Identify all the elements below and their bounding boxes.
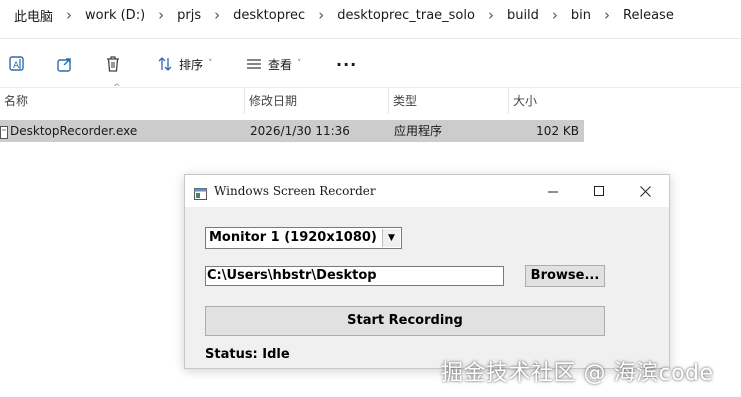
- start-recording-button[interactable]: Start Recording: [205, 306, 605, 336]
- output-path-input[interactable]: C:\Users\hbstr\Desktop: [205, 266, 504, 286]
- chevron-down-icon: ˅: [208, 59, 213, 69]
- column-name[interactable]: 名称: [0, 88, 244, 114]
- file-size: 102 KB: [536, 124, 579, 138]
- title-bar[interactable]: Windows Screen Recorder: [185, 175, 669, 207]
- svg-text:A: A: [13, 61, 20, 71]
- share-icon: [54, 53, 76, 75]
- watermark-text: 掘金技术社区 @ 海滨code: [441, 361, 714, 386]
- rename-icon: A: [6, 53, 28, 75]
- app-icon: [194, 185, 207, 200]
- rename-button[interactable]: A: [6, 49, 28, 79]
- column-modified[interactable]: 修改日期: [244, 88, 388, 114]
- address-breadcrumb: 此电脑 › work (D:) › prjs › desktoprec › de…: [0, 0, 741, 30]
- chevron-right-icon[interactable]: ›: [309, 6, 333, 24]
- minimize-icon: [547, 182, 559, 201]
- sort-icon: [154, 53, 176, 75]
- view-button[interactable]: 查看 ˅: [243, 49, 302, 79]
- chevron-right-icon[interactable]: ›: [205, 6, 229, 24]
- file-name: DesktopRecorder.exe: [10, 124, 138, 138]
- delete-button[interactable]: [102, 49, 124, 79]
- status-label: Status: Idle: [205, 347, 290, 362]
- close-icon: [639, 182, 651, 201]
- delete-icon: [102, 53, 124, 75]
- maximize-icon: [593, 182, 605, 201]
- chevron-right-icon[interactable]: ›: [57, 6, 81, 24]
- column-size[interactable]: 大小: [508, 88, 588, 114]
- column-type[interactable]: 类型: [388, 88, 508, 114]
- breadcrumb-item[interactable]: Release: [619, 8, 678, 23]
- exe-file-icon: [0, 124, 8, 139]
- chevron-right-icon[interactable]: ›: [479, 6, 503, 24]
- more-options-button[interactable]: ···: [336, 49, 357, 79]
- breadcrumb-item[interactable]: 此电脑: [0, 6, 57, 25]
- breadcrumb-item[interactable]: bin: [567, 8, 595, 23]
- monitor-select-value: Monitor 1 (1920x1080): [209, 230, 377, 245]
- monitor-select[interactable]: Monitor 1 (1920x1080) ▼: [205, 227, 402, 249]
- view-icon: [243, 53, 265, 75]
- breadcrumb-item[interactable]: desktoprec_trae_solo: [333, 8, 479, 23]
- breadcrumb-item[interactable]: work (D:): [81, 8, 149, 23]
- chevron-right-icon[interactable]: ›: [149, 6, 173, 24]
- sort-button[interactable]: 排序 ˅: [154, 49, 213, 79]
- chevron-right-icon[interactable]: ›: [595, 6, 619, 24]
- chevron-down-icon: ˅: [297, 59, 302, 69]
- recorder-window: Windows Screen Recorder Monitor 1 (1920x…: [184, 174, 670, 369]
- command-bar: A 排序 ˅ 查看 ˅ ···: [0, 38, 741, 89]
- file-type: 应用程序: [394, 124, 443, 138]
- share-button[interactable]: [54, 49, 76, 79]
- minimize-button[interactable]: [530, 175, 576, 207]
- breadcrumb-item[interactable]: build: [503, 8, 543, 23]
- file-row[interactable]: DesktopRecorder.exe 2026/1/30 11:36 应用程序…: [0, 120, 584, 142]
- window-title: Windows Screen Recorder: [214, 184, 376, 198]
- dropdown-arrow-icon[interactable]: ▼: [382, 229, 400, 247]
- close-button[interactable]: [622, 175, 668, 207]
- column-header: ^ 名称 修改日期 类型 大小: [0, 83, 741, 114]
- sort-label: 排序: [179, 57, 204, 72]
- chevron-right-icon[interactable]: ›: [543, 6, 567, 24]
- maximize-button[interactable]: [576, 175, 622, 207]
- breadcrumb-item[interactable]: desktoprec: [229, 8, 309, 23]
- breadcrumb-item[interactable]: prjs: [173, 8, 205, 23]
- view-label: 查看: [268, 57, 293, 72]
- browse-button[interactable]: Browse...: [525, 265, 605, 287]
- file-modified: 2026/1/30 11:36: [250, 124, 350, 138]
